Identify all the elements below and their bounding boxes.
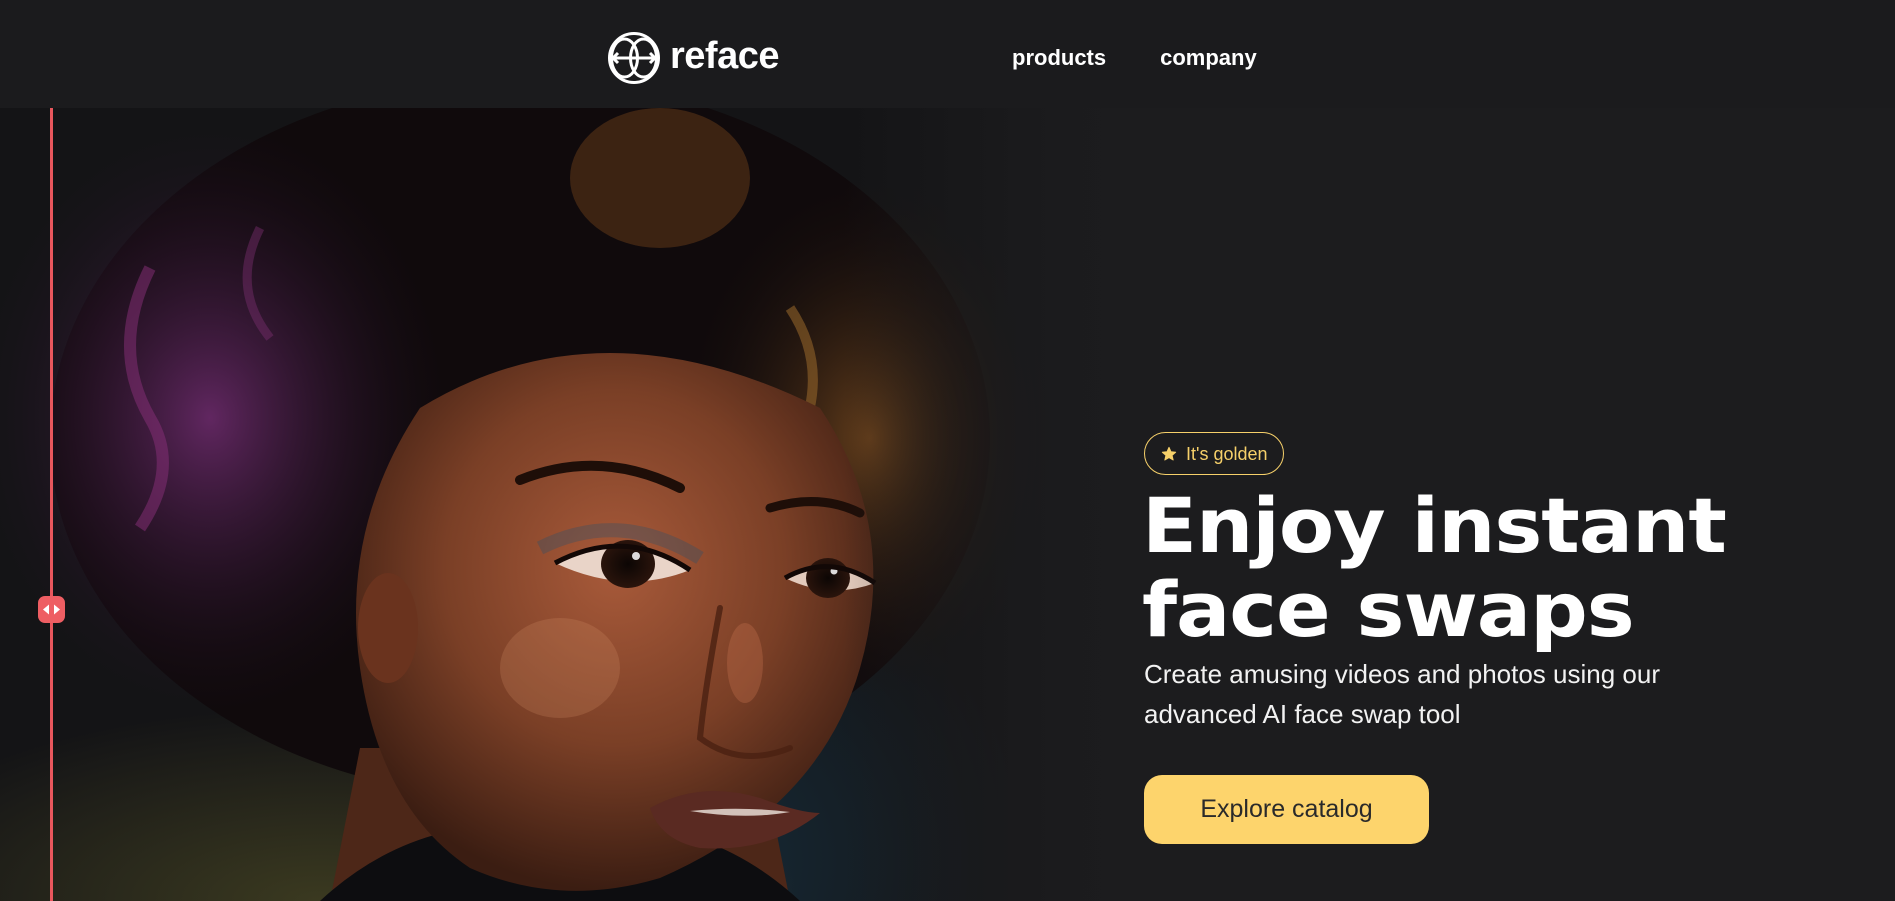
compare-slider-handle[interactable]	[38, 596, 65, 623]
main-nav: products company	[1012, 43, 1257, 73]
page: reface products company It's golden Enjo…	[0, 0, 1895, 901]
hero-image-fade	[0, 108, 1140, 901]
reface-logo-link[interactable]: reface	[607, 31, 779, 85]
headline-line-1: Enjoy instant	[1142, 481, 1727, 570]
explore-catalog-button[interactable]: Explore catalog	[1144, 775, 1429, 844]
nav-item-company[interactable]: company	[1160, 43, 1257, 73]
star-icon	[1161, 446, 1177, 460]
hero-subtitle: Create amusing videos and photos using o…	[1144, 659, 1660, 729]
hero-headline: Enjoy instant face swaps	[1142, 484, 1895, 652]
headline-line-2: face swaps	[1142, 565, 1635, 654]
nav-item-products[interactable]: products	[1012, 43, 1106, 73]
brand-name: reface	[670, 35, 779, 77]
reface-logo-icon	[608, 32, 660, 84]
hero-badge: It's golden	[1144, 432, 1284, 475]
badge-label: It's golden	[1186, 443, 1268, 464]
compare-slider-line[interactable]	[50, 108, 53, 901]
site-header: reface products company	[0, 0, 1895, 108]
hero-portrait-image	[0, 108, 1140, 901]
arrows-left-right-icon	[43, 604, 60, 615]
